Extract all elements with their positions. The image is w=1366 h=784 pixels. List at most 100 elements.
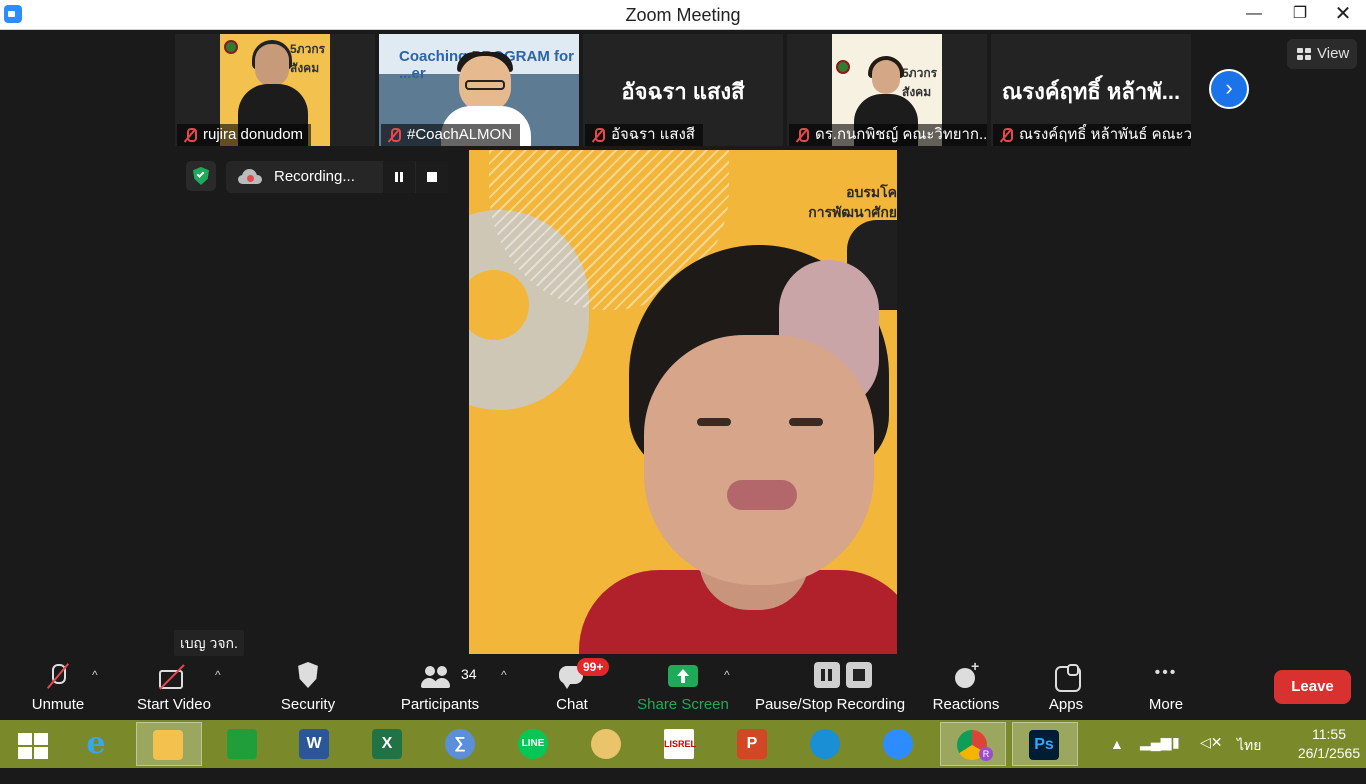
more-button[interactable]: More xyxy=(1140,658,1192,720)
participants-label: Participants xyxy=(400,696,480,713)
taskbar-zoom[interactable] xyxy=(876,722,920,766)
participant-name: ณรงค์ฤทธิ์ หล้าพันธ์ คณะว... xyxy=(993,124,1191,146)
taskbar-word[interactable]: W xyxy=(292,722,336,766)
participant-tile[interactable]: Coaching PROGRAM for ...er #CoachALMON xyxy=(379,34,579,146)
battery-icon[interactable]: ▮ xyxy=(1172,734,1180,782)
chat-unread-badge: 99+ xyxy=(577,658,610,676)
participant-name-text: #CoachALMON xyxy=(407,126,513,143)
recording-status: Recording... xyxy=(226,161,448,193)
next-page-button[interactable]: › xyxy=(1209,69,1249,109)
reactions-label: Reactions xyxy=(932,696,1000,713)
participant-tile[interactable]: 5ภวกร สังคม rujira donudom xyxy=(175,34,375,146)
start-video-button[interactable]: Start Video xyxy=(130,658,218,720)
participant-display-name: อัจฉรา แสงสี xyxy=(621,79,745,104)
taskbar-store[interactable] xyxy=(220,722,264,766)
word-icon: W xyxy=(299,729,329,759)
participant-name-text: อัจฉรา แสงสี xyxy=(611,126,695,143)
university-logo-icon xyxy=(224,40,238,54)
pause-stop-recording-button[interactable]: Pause/Stop Recording xyxy=(752,658,908,720)
share-screen-label: Share Screen xyxy=(637,696,729,713)
taskbar-powerpoint[interactable]: P xyxy=(730,722,774,766)
start-button[interactable] xyxy=(4,722,58,766)
encryption-shield-icon[interactable] xyxy=(186,161,216,191)
meeting-toolbar: Unmute ^ Start Video ^ Security 34 Parti… xyxy=(0,658,1366,720)
view-button[interactable]: View xyxy=(1287,39,1357,69)
windows-logo-icon xyxy=(18,733,50,759)
participant-name-text: ณรงค์ฤทธิ์ หล้าพันธ์ คณะว... xyxy=(1019,126,1191,143)
mic-muted-icon xyxy=(43,662,73,692)
reactions-button[interactable]: Reactions xyxy=(928,658,1004,720)
participant-name: rujira donudom xyxy=(177,124,312,146)
math-input-icon: ∑ xyxy=(445,729,475,759)
taskbar-clock[interactable]: 11:55 26/1/2565 xyxy=(1296,725,1362,763)
minimize-button[interactable]: — xyxy=(1231,0,1277,30)
language-indicator[interactable]: ไทย xyxy=(1237,735,1261,783)
apps-button[interactable]: Apps xyxy=(1040,658,1092,720)
reactions-icon xyxy=(951,658,981,692)
windows-taskbar: e W X ∑ LINE LISREL P R Ps ▲ ▂▄▆ ▮ ◁✕ ไท… xyxy=(0,720,1366,768)
speaker-name-tooltip: เบญ วจก. xyxy=(174,630,244,656)
participant-name: อัจฉรา แสงสี xyxy=(585,124,703,146)
chrome-profile-badge: R xyxy=(979,747,993,761)
chat-label: Chat xyxy=(556,696,588,713)
participants-options-caret[interactable]: ^ xyxy=(501,668,507,682)
video-options-caret[interactable]: ^ xyxy=(215,668,221,682)
apps-label: Apps xyxy=(1048,696,1084,713)
participant-tile[interactable]: 5ภวกร สังคม ดร.กนกพิชญ์ คณะวิทยาก... xyxy=(787,34,987,146)
meeting-stage: 5ภวกร สังคม rujira donudom Coaching PROG… xyxy=(0,31,1366,658)
zoom-icon xyxy=(883,729,913,759)
taskbar-excel[interactable]: X xyxy=(365,722,409,766)
close-button[interactable]: ✕ xyxy=(1320,0,1366,30)
participant-tile[interactable]: อัจฉรา แสงสี อัจฉรา แสงสี xyxy=(583,34,783,146)
recording-dot-icon xyxy=(247,175,254,182)
taskbar-chrome[interactable]: R xyxy=(940,722,1006,766)
taskbar-math-input[interactable]: ∑ xyxy=(438,722,482,766)
mic-muted-icon xyxy=(183,128,197,142)
pause-stop-recording-label: Pause/Stop Recording xyxy=(754,696,906,713)
taskbar-photoshop[interactable]: Ps xyxy=(1012,722,1078,766)
thumb-banner-text: 5ภวกร สังคม xyxy=(902,66,938,99)
taskbar-line[interactable]: LINE xyxy=(511,722,555,766)
paint-icon xyxy=(591,729,621,759)
taskbar-lisrel[interactable]: LISREL xyxy=(657,722,701,766)
edge-icon xyxy=(810,729,840,759)
share-screen-icon xyxy=(668,665,698,687)
share-options-caret[interactable]: ^ xyxy=(724,668,730,682)
lisrel-icon: LISREL xyxy=(664,729,696,759)
thumb-banner-text: 5ภวกร สังคม xyxy=(290,42,326,75)
audio-options-caret[interactable]: ^ xyxy=(92,668,98,682)
university-logo-icon xyxy=(836,60,850,74)
maximize-button[interactable]: ❐ xyxy=(1277,0,1323,30)
participants-button[interactable]: 34 Participants xyxy=(395,658,485,720)
security-label: Security xyxy=(280,696,336,713)
show-hidden-icons[interactable]: ▲ xyxy=(1110,736,1124,784)
video-off-icon xyxy=(159,662,189,692)
grid-icon xyxy=(1297,48,1311,60)
volume-muted-icon[interactable]: ◁✕ xyxy=(1200,734,1223,782)
photoshop-icon: Ps xyxy=(1029,730,1059,760)
powerpoint-icon: P xyxy=(737,729,767,759)
mic-muted-icon xyxy=(387,128,401,142)
taskbar-internet-explorer[interactable]: e xyxy=(74,722,118,766)
network-icon[interactable]: ▂▄▆ xyxy=(1140,734,1171,782)
pause-recording-button[interactable] xyxy=(383,161,415,193)
apps-icon xyxy=(1051,662,1081,692)
active-speaker-video: อบรมโค การพัฒนาศักย xyxy=(469,150,897,654)
taskbar-edge[interactable] xyxy=(803,722,847,766)
unmute-label: Unmute xyxy=(31,696,85,713)
taskbar-file-explorer[interactable] xyxy=(136,722,202,766)
folder-icon xyxy=(153,730,183,760)
window-title: Zoom Meeting xyxy=(625,5,741,25)
stop-recording-button[interactable] xyxy=(416,161,448,193)
clock-time: 11:55 xyxy=(1312,726,1346,742)
taskbar-paint[interactable] xyxy=(584,722,628,766)
recording-label: Recording... xyxy=(274,168,355,185)
participant-name: #CoachALMON xyxy=(381,124,521,146)
participant-tile[interactable]: ณรงค์ฤทธิ์ หล้าพั... ณรงค์ฤทธิ์ หล้าพันธ… xyxy=(991,34,1191,146)
security-button[interactable]: Security xyxy=(272,658,344,720)
excel-icon: X xyxy=(372,729,402,759)
view-label: View xyxy=(1317,45,1350,62)
leave-button[interactable]: Leave xyxy=(1274,670,1351,704)
unmute-button[interactable]: Unmute xyxy=(22,658,94,720)
share-screen-button[interactable]: Share Screen xyxy=(634,658,732,720)
